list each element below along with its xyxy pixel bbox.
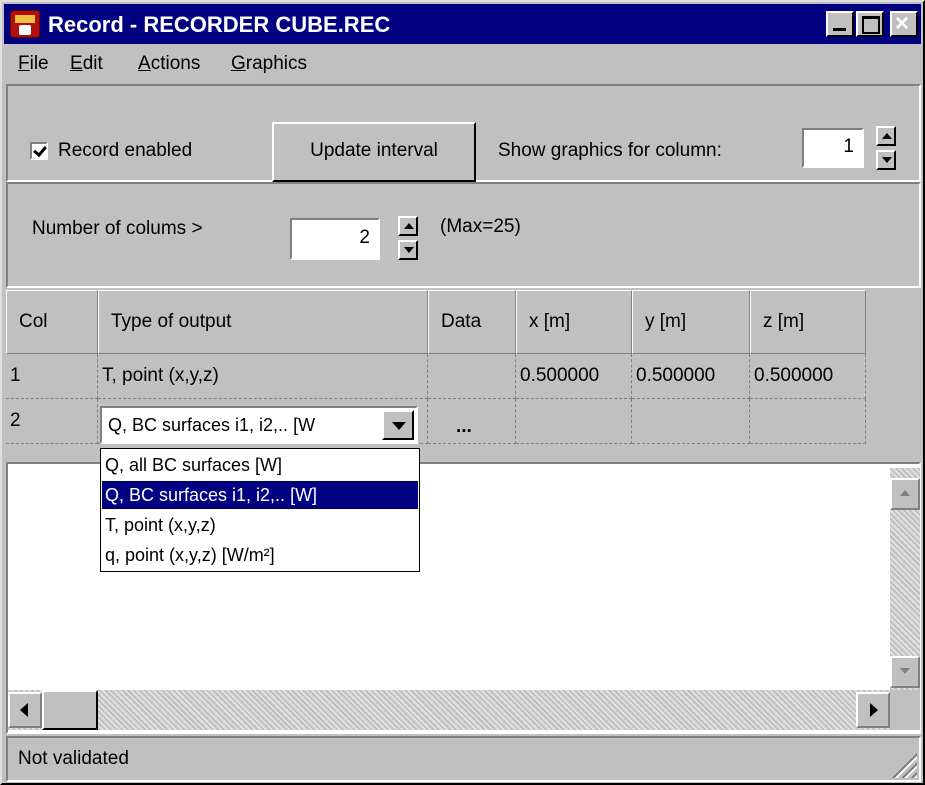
close-button[interactable]: ×: [890, 10, 918, 37]
columns-spin-down[interactable]: [398, 240, 418, 260]
status-text: Not validated: [18, 748, 129, 769]
show-graphics-spin-up[interactable]: [876, 126, 896, 146]
columns-spin-up[interactable]: [398, 216, 418, 236]
scroll-right-button[interactable]: [856, 692, 890, 728]
grid-header-z: z [m]: [750, 290, 866, 354]
record-enabled-label[interactable]: Record enabled: [58, 140, 192, 162]
arrow-down-icon: [404, 247, 414, 253]
menu-file[interactable]: File: [18, 53, 49, 75]
output-type-dropdown-list: Q, all BC surfaces [W] Q, BC surfaces i1…: [100, 448, 420, 572]
number-of-columns-label: Number of colums >: [32, 218, 203, 239]
minimize-button[interactable]: [826, 11, 854, 37]
arrow-down-icon: [900, 668, 910, 674]
grid-cell-y[interactable]: 0.500000: [632, 354, 750, 399]
grid-header-y: y [m]: [632, 290, 750, 354]
menu-actions[interactable]: Actions: [138, 53, 200, 75]
resize-grip-icon[interactable]: [889, 750, 917, 778]
grid-cell-z[interactable]: 0.500000: [750, 354, 866, 399]
horizontal-scroll-thumb[interactable]: [42, 690, 98, 730]
record-window: Record - RECORDER CUBE.REC × File Edit A…: [0, 0, 925, 785]
dropdown-option[interactable]: q, point (x,y,z) [W/m²]: [102, 541, 418, 569]
menu-graphics[interactable]: Graphics: [231, 53, 307, 75]
grid-cell-data[interactable]: [428, 354, 516, 399]
combo-value: Q, BC surfaces i1, i2,.. [W: [108, 415, 316, 435]
scroll-up-button[interactable]: [890, 478, 920, 510]
arrow-right-icon: [870, 703, 878, 717]
number-of-columns-field[interactable]: 2: [290, 218, 380, 260]
grid-header-type: Type of output: [98, 290, 428, 354]
show-graphics-label: Show graphics for column:: [498, 140, 722, 161]
menu-edit[interactable]: Edit: [70, 53, 103, 75]
arrow-up-icon: [900, 490, 910, 496]
dropdown-option[interactable]: T, point (x,y,z): [102, 511, 418, 539]
record-enabled-checkbox[interactable]: [30, 142, 48, 160]
app-icon[interactable]: [10, 10, 40, 38]
grid-header-data: Data: [428, 290, 516, 354]
arrow-up-icon: [404, 223, 414, 229]
dropdown-option-selected[interactable]: Q, BC surfaces i1, i2,.. [W]: [101, 480, 419, 510]
dropdown-option[interactable]: Q, all BC surfaces [W]: [102, 451, 418, 479]
output-type-combo[interactable]: Q, BC surfaces i1, i2,.. [W: [100, 406, 418, 444]
status-bar: Not validated: [6, 736, 921, 782]
grid-cell-col[interactable]: 1: [6, 354, 98, 399]
grid-cell-z[interactable]: [750, 399, 866, 444]
scroll-down-button[interactable]: [890, 656, 920, 688]
window-title: Record - RECORDER CUBE.REC: [48, 12, 391, 37]
title-bar[interactable]: Record - RECORDER CUBE.REC ×: [4, 4, 921, 44]
data-ellipsis-button[interactable]: ...: [456, 416, 472, 438]
show-graphics-spin-down[interactable]: [876, 150, 896, 170]
grid-cell-x[interactable]: [516, 399, 632, 444]
scrollbar-corner: [890, 690, 920, 730]
grid-cell-col[interactable]: 2: [6, 399, 98, 444]
arrow-down-icon: [882, 157, 892, 163]
scroll-left-button[interactable]: [8, 692, 42, 728]
close-icon: ×: [895, 10, 910, 37]
menu-bar: File Edit Actions Graphics: [4, 46, 921, 82]
max-columns-label: (Max=25): [440, 216, 521, 237]
show-graphics-column-field[interactable]: 1: [802, 128, 864, 168]
update-interval-button[interactable]: Update interval: [272, 122, 476, 182]
horizontal-scrollbar[interactable]: [8, 690, 890, 730]
maximize-button[interactable]: [856, 11, 884, 37]
grid-header-col: Col: [6, 290, 98, 354]
grid-cell-y[interactable]: [632, 399, 750, 444]
chevron-down-icon[interactable]: [382, 410, 414, 440]
arrow-up-icon: [882, 133, 892, 139]
grid-cell-x[interactable]: 0.500000: [516, 354, 632, 399]
grid-cell-data[interactable]: [428, 399, 516, 444]
arrow-left-icon: [20, 703, 28, 717]
grid-cell-type[interactable]: T, point (x,y,z): [98, 354, 428, 399]
grid-header-x: x [m]: [516, 290, 632, 354]
